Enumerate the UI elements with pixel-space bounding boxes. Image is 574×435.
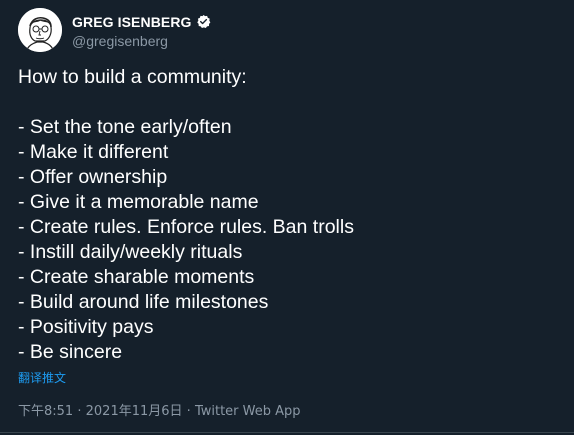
tweet-line: - Be sincere — [18, 341, 123, 363]
sketch-portrait-icon — [18, 8, 62, 52]
verified-badge-icon — [196, 14, 211, 29]
tweet-line: - Give it a memorable name — [18, 191, 259, 213]
tweet-line — [18, 90, 354, 115]
tweet-line: - Set the tone early/often — [18, 116, 232, 138]
tweet-date[interactable]: 2021年11月6日 — [86, 404, 183, 419]
tweet-time[interactable]: 下午8:51 — [18, 404, 73, 419]
meta-separator: · — [77, 404, 82, 419]
tweet-line: - Instill daily/weekly rituals — [18, 241, 243, 263]
tweet-line: - Create sharable moments — [18, 266, 255, 288]
tweet-line: - Build around life milestones — [18, 291, 269, 313]
tweet-line: - Offer ownership — [18, 166, 168, 188]
tweet-line: - Positivity pays — [18, 316, 154, 338]
author-handle[interactable]: @gregisenberg — [72, 33, 211, 49]
divider — [0, 432, 574, 433]
tweet-card: GREG ISENBERG @gregisenberg How to build… — [0, 0, 574, 435]
author-identity: GREG ISENBERG @gregisenberg — [72, 12, 211, 49]
meta-separator: · — [186, 404, 191, 419]
tweet-header: GREG ISENBERG @gregisenberg — [18, 8, 211, 52]
avatar[interactable] — [18, 8, 62, 52]
tweet-line: - Make it different — [18, 141, 169, 163]
tweet-line: How to build a community: — [18, 66, 247, 88]
tweet-metadata: 下午8:51 · 2021年11月6日 · Twitter Web App — [18, 400, 301, 419]
tweet-source[interactable]: Twitter Web App — [195, 404, 301, 419]
tweet-body: How to build a community: - Set the tone… — [18, 65, 354, 365]
tweet-line: - Create rules. Enforce rules. Ban troll… — [18, 216, 354, 238]
name-row: GREG ISENBERG — [72, 12, 211, 32]
translate-tweet-link[interactable]: 翻译推文 — [18, 369, 66, 386]
author-display-name[interactable]: GREG ISENBERG — [72, 14, 192, 30]
